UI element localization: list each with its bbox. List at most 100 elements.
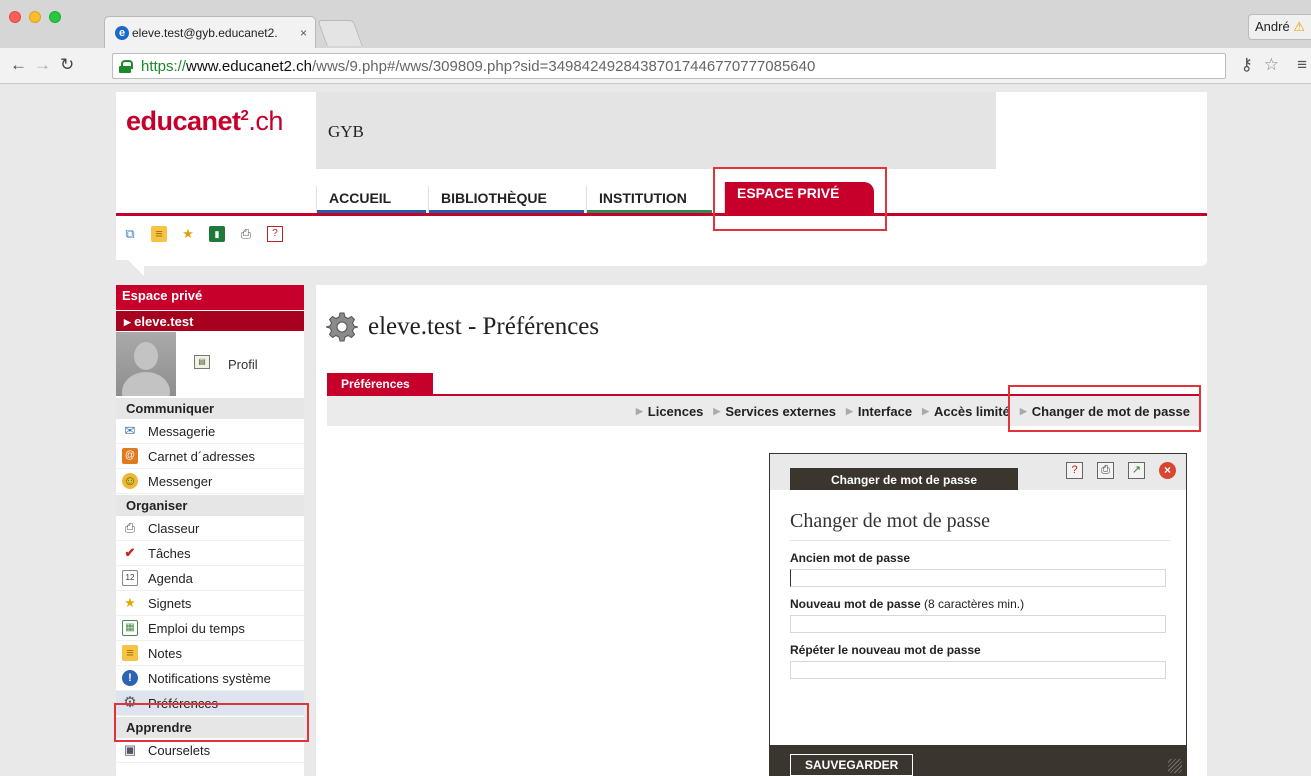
- save-button[interactable]: SAUVEGARDER: [790, 754, 914, 776]
- dialog-tab: Changer de mot de passe: [790, 468, 1018, 490]
- highlight-changer-mot-de-passe: [1008, 385, 1201, 432]
- browser-titlebar: e eleve.test@gyb.educanet2. × André ⚠: [0, 0, 1311, 48]
- new-password-input[interactable]: [790, 615, 1166, 633]
- windows-icon[interactable]: ⧉: [122, 226, 138, 242]
- gear-icon: [326, 312, 358, 342]
- sidebar-user[interactable]: ▸ eleve.test: [116, 310, 304, 331]
- new-tab-button[interactable]: [317, 20, 363, 46]
- sidebar-title[interactable]: Espace privé: [116, 285, 304, 310]
- url-scheme: https://: [141, 57, 187, 75]
- popout-icon[interactable]: ↗: [1128, 462, 1145, 479]
- repeat-password-input[interactable]: [790, 661, 1166, 679]
- page-title-text: eleve.test - Préférences: [368, 313, 600, 340]
- help-icon[interactable]: ?: [267, 226, 283, 242]
- print-icon[interactable]: ⎙: [1097, 462, 1114, 479]
- tab-accueil[interactable]: ACCUEIL: [316, 186, 426, 213]
- sidebar-item-notes[interactable]: ≡ Notes: [116, 641, 304, 666]
- reload-icon[interactable]: ↻: [60, 56, 74, 74]
- tab-preferences[interactable]: Préférences: [327, 373, 433, 395]
- tab-institution[interactable]: INSTITUTION: [586, 186, 712, 213]
- profile-link[interactable]: Profil: [228, 357, 258, 372]
- maximize-window-button[interactable]: [49, 11, 61, 23]
- sidebar-item-messenger[interactable]: ☺ Messenger: [116, 469, 304, 494]
- sidebar-item-classeur[interactable]: ⎙ Classeur: [116, 516, 304, 541]
- dialog-footer: SAUVEGARDER: [770, 745, 1186, 776]
- sidebar-item-signets[interactable]: ★ Signets: [116, 591, 304, 616]
- main-content: eleve.test - Préférences Préférences ▶ Li…: [316, 285, 1207, 776]
- dialog-title: Changer de mot de passe: [790, 490, 1170, 541]
- sidebar-item-agenda[interactable]: 12 Agenda: [116, 566, 304, 591]
- subnav-services-externes[interactable]: ▶ Services externes: [713, 404, 836, 419]
- address-bar[interactable]: https://www.educanet2.ch/wws/9.php#/wws/…: [112, 53, 1226, 79]
- browser-tab-title: eleve.test@gyb.educanet2.: [132, 25, 278, 40]
- messenger-icon: ☺: [122, 473, 138, 489]
- key-icon[interactable]: ⚷: [1241, 55, 1253, 75]
- star-add-icon[interactable]: ★: [180, 226, 196, 242]
- header-notch: [128, 260, 144, 276]
- site-header: educanet2.ch GYB ACCUEIL BIBLIOTHÈQUE IN…: [116, 92, 1207, 260]
- mail-icon: ✉: [124, 423, 136, 438]
- new-password-label: Nouveau mot de passe (8 caractères min.): [790, 597, 1025, 611]
- tab-bibliotheque[interactable]: BIBLIOTHÈQUE: [428, 186, 584, 213]
- header-divider: [116, 213, 1207, 216]
- sidebar-item-taches[interactable]: ✔ Tâches: [116, 541, 304, 566]
- arrow-right-icon: ▶: [713, 405, 721, 416]
- sidebar-item-carnet[interactable]: @ Carnet d´adresses: [116, 444, 304, 469]
- browser-toolbar: ← → ↻ https://www.educanet2.ch/wws/9.php…: [0, 48, 1311, 84]
- avatar: [116, 332, 176, 396]
- dialog-body: Changer de mot de passe Ancien mot de pa…: [790, 490, 1170, 679]
- highlight-preferences: [114, 703, 309, 742]
- subnav-interface[interactable]: ▶ Interface: [846, 404, 912, 419]
- profile-button[interactable]: André ⚠: [1248, 14, 1311, 40]
- subnav-acces-limite[interactable]: ▶ Accès limité: [922, 404, 1010, 419]
- url-host: www.educanet2.ch: [186, 57, 312, 75]
- resize-grip-icon[interactable]: [1168, 759, 1182, 773]
- close-icon[interactable]: ×: [1159, 462, 1176, 479]
- section-organiser: Organiser: [116, 494, 304, 516]
- info-icon: !: [122, 670, 138, 686]
- old-password-label: Ancien mot de passe: [790, 551, 911, 565]
- address-book-icon: @: [122, 448, 138, 464]
- header-banner: GYB: [316, 92, 996, 169]
- back-icon[interactable]: ←: [10, 56, 27, 74]
- print-icon[interactable]: ⎙: [238, 226, 254, 242]
- old-password-input[interactable]: [790, 569, 1166, 587]
- profile-block: ▤ Profil: [116, 331, 304, 397]
- star-icon: ★: [124, 595, 136, 610]
- help-icon[interactable]: ?: [1066, 462, 1083, 479]
- sidebar-item-messagerie[interactable]: ✉ Messagerie: [116, 419, 304, 444]
- notes-icon: ≡: [122, 645, 138, 661]
- arrow-right-icon: ▶: [635, 405, 643, 416]
- bookmark-star-icon[interactable]: ☆: [1264, 55, 1279, 75]
- educanet-logo[interactable]: educanet2.ch: [126, 106, 283, 137]
- header-bottom-edge: [144, 260, 1207, 266]
- warning-icon: ⚠: [1293, 19, 1305, 34]
- notes-icon[interactable]: ≡: [151, 226, 167, 242]
- profile-name: André: [1255, 19, 1290, 34]
- tab-close-icon[interactable]: ×: [300, 26, 307, 40]
- arrow-right-icon: ▶: [845, 405, 853, 416]
- checkmark-icon: ✔: [124, 545, 136, 560]
- forward-icon[interactable]: →: [34, 56, 51, 74]
- educanet-favicon-icon: e: [115, 25, 129, 40]
- timetable-icon: ▦: [122, 620, 138, 636]
- password-dialog: Changer de mot de passe ? ⎙ ↗ × Changer …: [769, 453, 1187, 776]
- school-name: GYB: [328, 122, 364, 141]
- sidebar-item-notifications[interactable]: ! Notifications système: [116, 666, 304, 691]
- lock-icon: [119, 59, 133, 73]
- new-password-hint: (8 caractères min.): [920, 597, 1025, 611]
- menu-icon[interactable]: ≡: [1297, 55, 1307, 75]
- minimize-window-button[interactable]: [29, 11, 41, 23]
- page-title: eleve.test - Préférences: [326, 311, 599, 343]
- profile-card-icon[interactable]: ▤: [194, 355, 210, 369]
- url-path: /wws/9.php#/wws/309809.php?sid=349842492…: [311, 57, 816, 75]
- sidebar-item-emploi-du-temps[interactable]: ▦ Emploi du temps: [116, 616, 304, 641]
- book-icon[interactable]: ▮: [209, 226, 225, 242]
- calendar-icon: 12: [122, 570, 138, 586]
- subnav-licences[interactable]: ▶ Licences: [636, 404, 704, 419]
- browser-tab[interactable]: e eleve.test@gyb.educanet2. ×: [104, 16, 316, 48]
- binder-icon: ⎙: [124, 520, 136, 535]
- close-window-button[interactable]: [9, 11, 21, 23]
- courselet-icon: ▣: [123, 742, 137, 757]
- dialog-header: Changer de mot de passe ? ⎙ ↗ ×: [770, 454, 1186, 490]
